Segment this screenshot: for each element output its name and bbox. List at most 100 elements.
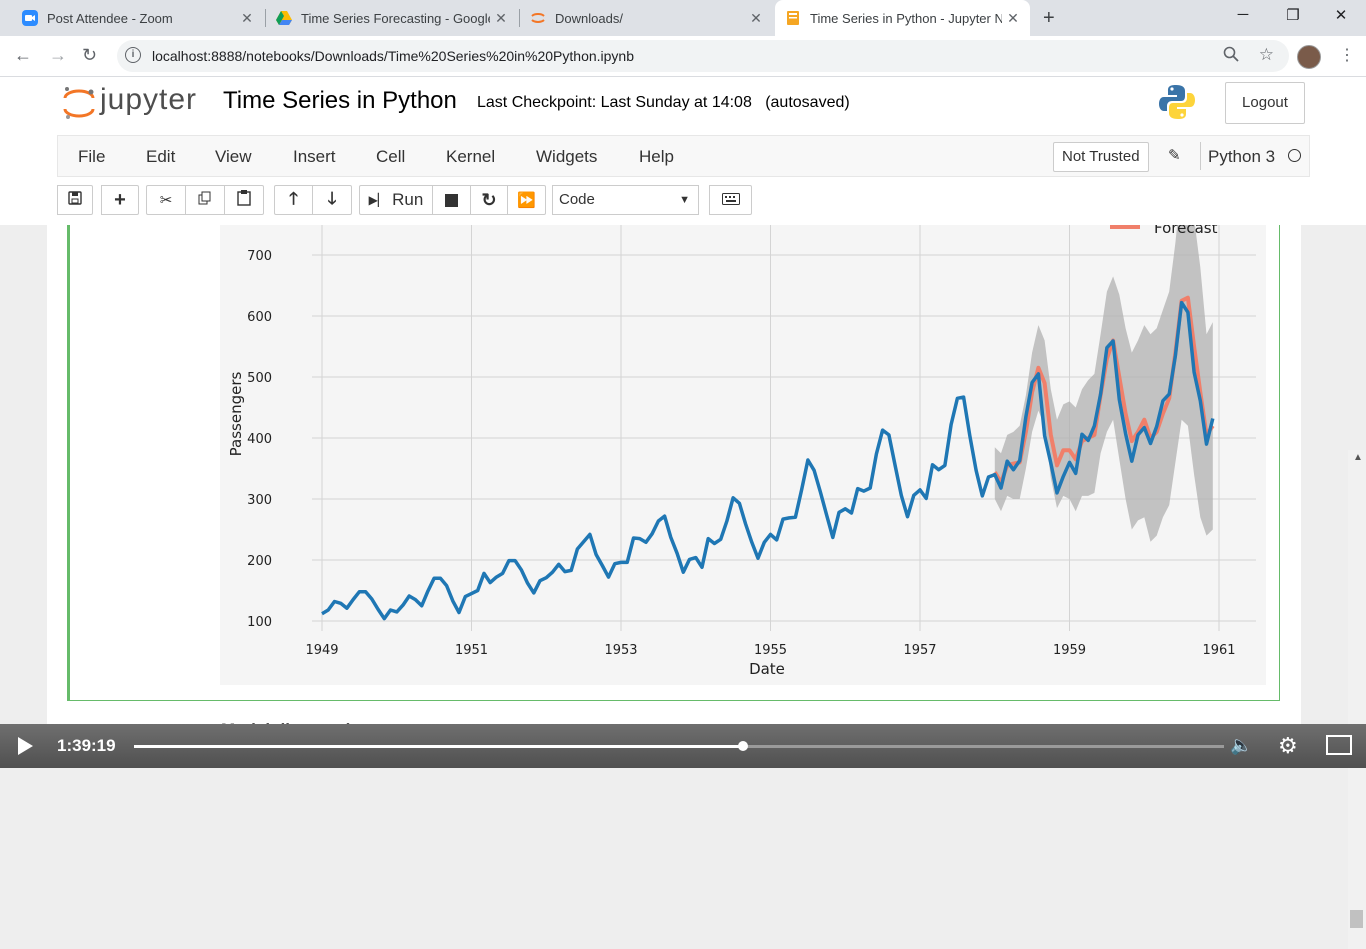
y-tick-label: 100 — [247, 615, 272, 630]
toolbar-group-edit: ✂ — [146, 185, 264, 215]
profile-avatar[interactable] — [1297, 45, 1321, 69]
notebook-scrollbar[interactable]: ▲ — [1348, 450, 1366, 949]
video-time: 1:39:19 — [57, 736, 116, 755]
browser-tab-downloads[interactable]: Downloads/ ✕ — [520, 0, 773, 36]
chart-legend: Forecast — [1110, 219, 1218, 237]
jupyter-header: jupyter Time Series in Python Last Check… — [0, 77, 1366, 135]
browser-tab-zoom[interactable]: Post Attendee - Zoom ✕ — [12, 0, 264, 36]
tab-title: Post Attendee - Zoom — [47, 10, 173, 26]
toolbar-group-keyboard — [709, 185, 752, 215]
reload-icon[interactable]: ↻ — [82, 45, 97, 66]
x-tick-label: 1955 — [754, 643, 787, 658]
browser-tab-google-drive[interactable]: Time Series Forecasting - Google ✕ — [266, 0, 518, 36]
y-tick-label: 300 — [247, 493, 272, 508]
browser-menu-icon[interactable]: ⋮ — [1339, 45, 1355, 65]
menu-widgets[interactable]: Widgets — [536, 147, 597, 167]
command-palette-button[interactable] — [709, 185, 752, 215]
scissors-icon: ✂ — [159, 192, 173, 209]
url-bar[interactable]: i localhost:8888/notebooks/Downloads/Tim… — [117, 40, 1289, 72]
back-icon[interactable]: ← — [14, 45, 32, 66]
new-tab-icon[interactable]: + — [1043, 7, 1055, 30]
menu-insert[interactable]: Insert — [293, 147, 336, 167]
fast-forward-icon: ⏩ — [517, 192, 536, 209]
close-window-icon[interactable]: ✕ — [1331, 6, 1351, 24]
toolbar-group-move: 🡑 🡓 — [274, 185, 352, 215]
menubar: File Edit View Insert Cell Kernel Widget… — [57, 135, 1310, 177]
arrow-down-icon: 🡓 — [327, 188, 337, 208]
edit-pencil-icon[interactable]: ✎ — [1168, 146, 1181, 164]
clipboard-icon — [237, 190, 251, 210]
notebook-name[interactable]: Time Series in Python — [223, 87, 457, 115]
restart-icon: ↻ — [481, 189, 497, 210]
fullscreen-icon[interactable] — [1326, 735, 1352, 755]
not-trusted-button[interactable]: Not Trusted — [1053, 142, 1149, 172]
menu-cell[interactable]: Cell — [376, 147, 405, 167]
menu-view[interactable]: View — [215, 147, 252, 167]
menu-edit[interactable]: Edit — [146, 147, 175, 167]
close-tab-icon[interactable]: ✕ — [1002, 10, 1024, 27]
copy-button[interactable] — [185, 185, 225, 215]
plus-icon: + — [114, 188, 126, 211]
forward-icon[interactable]: → — [49, 45, 67, 66]
x-tick-label: 1957 — [903, 643, 936, 658]
zoom-magnifier-icon[interactable] — [1223, 46, 1239, 66]
menu-kernel[interactable]: Kernel — [446, 147, 495, 167]
site-info-icon[interactable]: i — [125, 47, 141, 63]
paste-button[interactable] — [224, 185, 264, 215]
x-axis-ticks: 1949 1951 1953 1955 1957 1959 1961 — [305, 643, 1235, 658]
close-tab-icon[interactable]: ✕ — [745, 10, 767, 27]
dropdown-arrow-icon: ▼ — [679, 194, 690, 206]
scroll-up-icon[interactable]: ▲ — [1353, 452, 1363, 463]
video-player-controls: 1:39:19 🔈 ⚙ — [0, 724, 1366, 768]
chart-lines — [321, 295, 1215, 621]
bookmark-star-icon[interactable]: ☆ — [1259, 45, 1274, 65]
zoom-icon — [22, 10, 38, 26]
address-bar-row: ← → ↻ i localhost:8888/notebooks/Downloa… — [0, 36, 1366, 77]
toolbar-group-run: ▶▏ Run ↻ ⏩ — [359, 185, 546, 215]
cut-button[interactable]: ✂ — [146, 185, 186, 215]
observed-line — [321, 300, 1215, 621]
settings-gear-icon[interactable]: ⚙ — [1278, 733, 1298, 759]
notebook-scroll-area: 100 200 300 400 500 600 700 1949 1951 1953 1955 19… — [0, 169, 1366, 949]
keyboard-icon — [721, 192, 740, 209]
play-icon[interactable] — [18, 737, 33, 755]
logout-button[interactable]: Logout — [1225, 82, 1305, 124]
volume-icon[interactable]: 🔈 — [1230, 735, 1252, 756]
close-tab-icon[interactable]: ✕ — [490, 10, 512, 27]
restart-button[interactable]: ↻ — [470, 185, 508, 215]
restart-run-all-button[interactable]: ⏩ — [507, 185, 546, 215]
move-up-button[interactable]: 🡑 — [274, 185, 313, 215]
menu-help[interactable]: Help — [639, 147, 674, 167]
kernel-idle-indicator-icon — [1288, 149, 1301, 162]
run-button[interactable]: ▶▏ Run — [359, 185, 433, 215]
tab-title: Time Series in Python - Jupyter N — [810, 10, 1002, 26]
legend-forecast-label: Forecast — [1154, 225, 1218, 237]
output-plot: 100 200 300 400 500 600 700 1949 1951 1953 1955 19… — [220, 169, 1266, 685]
stop-icon — [445, 193, 458, 207]
close-tab-icon[interactable]: ✕ — [236, 10, 258, 27]
python-logo-icon — [1158, 83, 1196, 121]
tab-title: Time Series Forecasting - Google — [301, 10, 490, 26]
forecast-chart: 100200300400500600700 1949 1951 1953 1955 19… — [227, 169, 1256, 678]
arrow-up-icon: 🡑 — [289, 188, 298, 208]
y-tick-label: 700 — [247, 249, 272, 264]
move-down-button[interactable]: 🡓 — [312, 185, 352, 215]
url-text: localhost:8888/notebooks/Downloads/Time%… — [152, 48, 635, 64]
menu-file[interactable]: File — [78, 147, 105, 167]
cell-type-select[interactable]: Code ▼ — [552, 185, 699, 215]
jupyter-icon — [530, 10, 546, 26]
x-tick-label: 1961 — [1202, 643, 1235, 658]
x-tick-label: 1951 — [455, 643, 488, 658]
y-axis-ticks: 100 200 300 400 500 600 700 — [247, 249, 272, 630]
save-icon — [68, 191, 82, 209]
video-progress-handle[interactable] — [738, 741, 748, 751]
step-forward-icon: ▶▏ — [368, 193, 388, 207]
interrupt-button[interactable] — [432, 185, 471, 215]
restore-icon[interactable]: ❐ — [1283, 6, 1303, 24]
insert-cell-button[interactable]: + — [101, 185, 139, 215]
jupyter-logo-icon[interactable] — [62, 84, 96, 122]
browser-tab-jupyter-notebook[interactable]: Time Series in Python - Jupyter N ✕ — [775, 0, 1030, 36]
save-button[interactable] — [57, 185, 93, 215]
scrollbar-thumb[interactable] — [1350, 910, 1363, 928]
minimize-icon[interactable]: ─ — [1233, 6, 1253, 23]
